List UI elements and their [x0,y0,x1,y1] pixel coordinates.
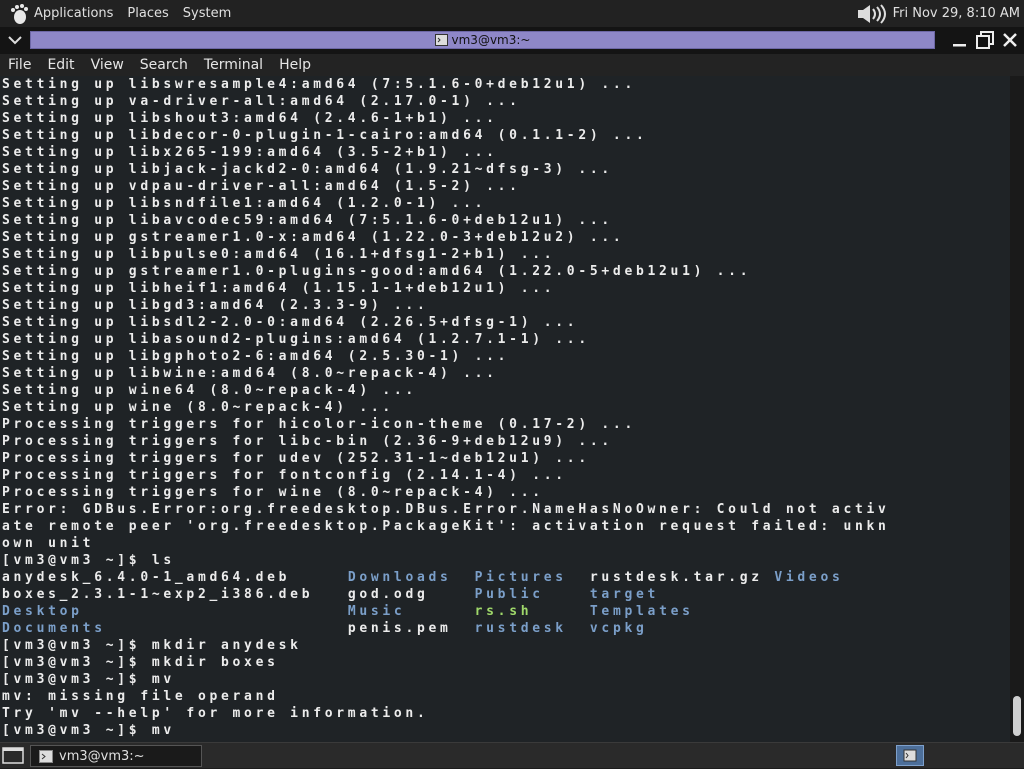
terminal-line: own unit [2,536,95,551]
terminal-line: Setting up libgd3:amd64 (2.3.3-9) ... [2,298,429,313]
terminal-line: Setting up libsndfile1:amd64 (1.2.0-1) .… [2,196,487,211]
terminal-line: Processing triggers for wine (8.0~repack… [2,485,544,500]
ls-entry: Downloads [347,570,452,585]
terminal-line: Setting up libpulse0:amd64 (16.1+dfsg1-2… [2,247,556,262]
ls-entry: Pictures [474,570,567,585]
scrollbar-thumb[interactable] [1013,696,1021,736]
window-menu-chevron-icon[interactable] [6,31,24,49]
terminal-line: Setting up libasound2-plugins:amd64 (1.2… [2,332,590,347]
terminal-line: Setting up wine (8.0~repack-4) ... [2,400,394,415]
terminal-line: Setting up libheif1:amd64 (1.15.1-1+deb1… [2,281,556,296]
menu-help[interactable]: Help [279,57,311,73]
ls-entry: vcpkg [589,621,648,636]
terminal-line: Processing triggers for fontconfig (2.14… [2,468,567,483]
terminal-line: Setting up libgphoto2-6:amd64 (2.5.30-1)… [2,349,510,364]
close-button[interactable] [1000,30,1020,50]
terminal-line: Setting up gstreamer1.0-plugins-good:amd… [2,264,752,279]
terminal-menubar: File Edit View Search Terminal Help [0,54,1024,76]
terminal-line: Setting up libswresample4:amd64 (7:5.1.6… [2,77,636,92]
ls-entry: rustdesk.tar.gz [589,570,763,585]
terminal-line: Setting up va-driver-all:amd64 (2.17.0-1… [2,94,521,109]
terminal-line: Processing triggers for libc-bin (2.36-9… [2,434,613,449]
ls-entry: rs.sh [474,604,533,619]
terminal-line: mv: missing file operand [2,689,279,704]
terminal-line: [vm3@vm3 ~]$ ls [2,553,175,568]
terminal-line: Processing triggers for udev (252.31-1~d… [2,451,590,466]
terminal-line: Try 'mv --help' for more information. [2,706,429,721]
terminal-scrollbar[interactable] [1010,76,1024,742]
show-desktop-icon[interactable] [2,746,24,766]
terminal-line: [vm3@vm3 ~]$ mkdir boxes [2,655,279,670]
terminal-icon [434,34,448,46]
panel-menus: Applications Places System [0,0,245,27]
places-menu[interactable]: Places [127,6,168,21]
system-menu[interactable]: System [183,6,231,21]
terminal-line: Setting up libshout3:amd64 (2.4.6-1+b1) … [2,111,498,126]
terminal-line: Setting up libdecor-0-plugin-1-cairo:amd… [2,128,648,143]
menu-search[interactable]: Search [140,57,188,73]
ls-row: Documents penis.pem rustdesk vcpkg [2,620,1010,637]
ls-entry: Videos [774,570,844,585]
ls-row: boxes_2.3.1-1~exp2_i386.deb god.odg Publ… [2,586,1010,603]
volume-icon[interactable] [857,3,889,25]
ls-entry: rustdesk [474,621,567,636]
ls-entry: Documents [2,621,106,636]
window-title: vm3@vm3:~ [31,32,934,48]
ls-entry: penis.pem [347,621,452,636]
terminal-line: Setting up vdpau-driver-all:amd64 (1.5-2… [2,179,521,194]
minimize-button[interactable] [950,30,970,50]
workspace-terminal-icon [903,749,917,762]
menu-view[interactable]: View [91,57,124,73]
ls-entry: Public [474,587,544,602]
taskbar-window-button[interactable]: vm3@vm3:~ [30,745,202,767]
ls-row: Desktop Music rs.sh Templates [2,603,1010,620]
terminal-line: Setting up libavcodec59:amd64 (7:5.1.6-0… [2,213,613,228]
ls-row: anydesk_6.4.0-1_amd64.deb Downloads Pict… [2,569,1010,586]
terminal-line: Setting up libx265-199:amd64 (3.5-2+b1) … [2,145,498,160]
bottom-taskbar: vm3@vm3:~ [0,742,1024,768]
ls-entry: Music [347,604,406,619]
ls-entry: god.odg [347,587,429,602]
window-titlebar[interactable]: vm3@vm3:~ [0,27,1024,54]
terminal-line: Setting up wine64 (8.0~repack-4) ... [2,383,417,398]
terminal-text[interactable]: Setting up libswresample4:amd64 (7:5.1.6… [0,76,1010,739]
terminal-line: Setting up libjack-jackd2-0:amd64 (1.9.2… [2,162,613,177]
maximize-button[interactable] [975,30,995,50]
menu-edit[interactable]: Edit [47,57,74,73]
ls-entry: Templates [589,604,694,619]
terminal-line: [vm3@vm3 ~]$ mkdir anydesk [2,638,302,653]
window-title-box[interactable]: vm3@vm3:~ [30,31,935,49]
applications-menu[interactable]: Applications [34,6,113,21]
ls-entry: Desktop [2,604,83,619]
terminal-line: Setting up gstreamer1.0-x:amd64 (1.22.0-… [2,230,625,245]
terminal-line: Processing triggers for hicolor-icon-the… [2,417,636,432]
terminal-line: [vm3@vm3 ~]$ mv [2,723,175,738]
ls-entry: target [589,587,660,602]
terminal-line: ate remote peer 'org.freedesktop.Package… [2,519,890,534]
terminal-line: [vm3@vm3 ~]$ mv [2,672,175,687]
terminal-icon [39,749,53,763]
clock[interactable]: Fri Nov 29, 8:10 AM [893,6,1020,21]
panel-tray: Fri Nov 29, 8:10 AM [857,0,1020,27]
top-panel: Applications Places System Fri Nov 29, 8… [0,0,1024,27]
ls-entry: anydesk_6.4.0-1_amd64.deb [2,570,291,585]
gnome-foot-icon[interactable] [8,3,30,25]
menu-file[interactable]: File [8,57,31,73]
ls-entry: boxes_2.3.1-1~exp2_i386.deb [2,587,314,602]
terminal-line: Setting up libsdl2-2.0-0:amd64 (2.26.5+d… [2,315,579,330]
menu-terminal[interactable]: Terminal [204,57,263,73]
taskbar-window-label: vm3@vm3:~ [59,748,145,764]
terminal-line: Error: GDBus.Error:org.freedesktop.DBus.… [2,502,890,517]
terminal-output[interactable]: Setting up libswresample4:amd64 (7:5.1.6… [0,76,1010,742]
workspace-switcher[interactable] [896,745,924,766]
window-title-text: vm3@vm3:~ [451,33,531,47]
terminal-line: Setting up libwine:amd64 (8.0~repack-4) … [2,366,498,381]
